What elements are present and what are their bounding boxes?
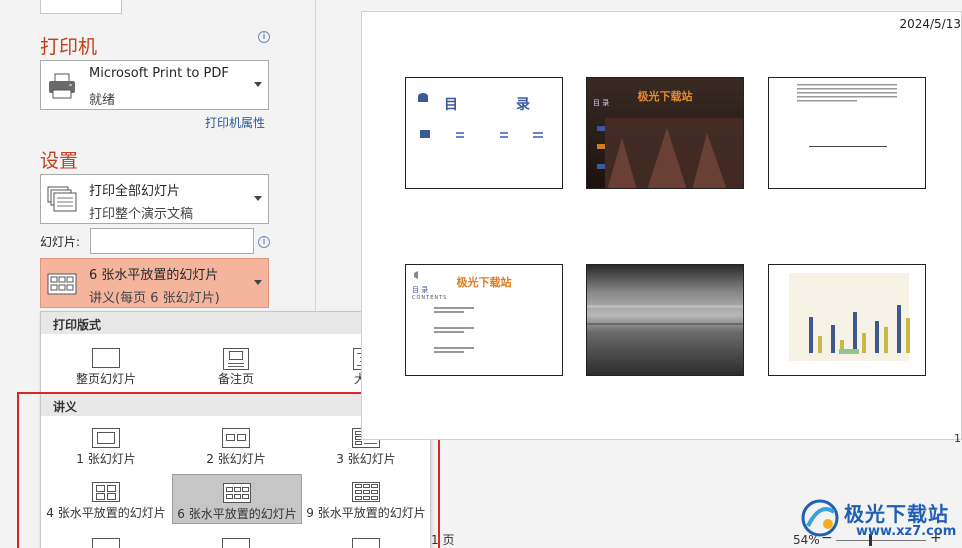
chart-bar	[853, 312, 857, 353]
printer-status: 就绪	[89, 93, 116, 108]
slide-2-sub: 目 录	[593, 99, 610, 107]
six-slides-icon	[47, 273, 77, 295]
toc-title-right: 录	[516, 97, 530, 113]
slide-4-title: 极光下载站	[456, 276, 512, 289]
menu-notes-pages[interactable]: 备注页	[171, 340, 301, 390]
chart-area	[789, 273, 909, 361]
menu-full-page-slides[interactable]: 整页幻灯片	[41, 340, 171, 390]
chart-bar	[862, 333, 866, 353]
chart-bar	[831, 325, 835, 353]
slide-4-sub: 目 录	[412, 286, 429, 294]
menu-more-row-item[interactable]	[41, 534, 171, 548]
slide-thumbnail-5	[586, 264, 744, 376]
chevron-down-icon	[254, 82, 262, 87]
print-preview-page: 2024/5/13 目 录 极光下载站 目 录 极光下载站 目 录 CONTEN…	[361, 11, 962, 440]
chevron-down-icon	[254, 196, 262, 201]
slides-layout-icon	[92, 538, 120, 548]
slides-stack-icon	[47, 186, 77, 212]
page-count: 1 页	[431, 533, 455, 547]
one-slide-icon	[92, 428, 120, 448]
four-slides-icon	[92, 482, 120, 502]
chart-bar	[906, 318, 910, 353]
printer-section-title: 打印机	[40, 36, 98, 58]
layout-dropdown[interactable]: 6 张水平放置的幻灯片 讲义(每页 6 张幻灯片)	[40, 258, 269, 308]
two-slides-icon	[222, 428, 250, 448]
watermark-logo-icon	[801, 499, 839, 537]
preview-date: 2024/5/13	[899, 17, 961, 31]
chevron-down-icon	[254, 280, 262, 285]
print-range-sub: 打印整个演示文稿	[89, 207, 194, 222]
printer-properties-link[interactable]: 打印机属性	[205, 114, 265, 131]
menu-more-row-item[interactable]	[301, 534, 431, 548]
preview-page-number: 1	[954, 432, 961, 445]
watermark-text: 极光下载站	[844, 502, 949, 526]
settings-section-title: 设置	[40, 150, 79, 172]
notes-page-icon	[223, 348, 249, 370]
slide-thumbnail-3	[768, 77, 926, 189]
slides-layout-icon	[352, 538, 380, 548]
menu-6-slides-horizontal[interactable]: 6 张水平放置的幻灯片	[172, 474, 302, 524]
slide-thumbnail-2: 极光下载站 目 录	[586, 77, 744, 189]
chart-bar	[875, 321, 879, 353]
menu-more-row-item[interactable]	[171, 534, 301, 548]
printer-dropdown[interactable]: Microsoft Print to PDF 就绪	[40, 60, 269, 110]
chart-caption	[839, 349, 859, 354]
print-range-main: 打印全部幻灯片	[89, 184, 181, 199]
slide-thumbnail-1: 目 录	[405, 77, 563, 189]
slides-layout-icon	[222, 538, 250, 548]
chart-bar	[884, 327, 888, 353]
slides-input[interactable]	[90, 228, 254, 254]
six-slides-icon	[223, 483, 251, 503]
layout-sub: 讲义(每页 6 张幻灯片)	[89, 291, 220, 306]
print-range-dropdown[interactable]: 打印全部幻灯片 打印整个演示文稿	[40, 174, 269, 224]
layout-main: 6 张水平放置的幻灯片	[89, 268, 219, 283]
full-page-slide-icon	[92, 348, 120, 368]
slides-label: 幻灯片:	[40, 235, 81, 249]
chart-bar	[897, 305, 901, 353]
menu-4-slides-horizontal[interactable]: 4 张水平放置的幻灯片	[41, 474, 171, 524]
printer-icon	[49, 73, 75, 99]
toc-title-left: 目	[444, 97, 458, 113]
menu-1-slide[interactable]: 1 张幻灯片	[41, 420, 171, 470]
slide-thumbnail-4: 极光下载站 目 录 CONTENTS	[405, 264, 563, 376]
slide-thumbnail-6	[768, 264, 926, 376]
slides-info-icon[interactable]: i	[258, 236, 270, 248]
menu-2-slides[interactable]: 2 张幻灯片	[171, 420, 301, 470]
watermark: 极光下载站 www.xz7.com	[800, 494, 960, 544]
menu-9-slides-horizontal[interactable]: 9 张水平放置的幻灯片	[301, 474, 431, 524]
slide-2-title: 极光下载站	[637, 90, 693, 103]
copies-input[interactable]	[40, 0, 122, 14]
chart-bar	[818, 336, 822, 353]
watermark-url: www.xz7.com	[856, 524, 957, 539]
slide-4-contents: CONTENTS	[412, 295, 448, 301]
printer-info-icon[interactable]: i	[258, 31, 270, 43]
printer-name: Microsoft Print to PDF	[89, 66, 229, 81]
chart-bar	[809, 317, 813, 353]
nine-slides-icon	[352, 482, 380, 502]
